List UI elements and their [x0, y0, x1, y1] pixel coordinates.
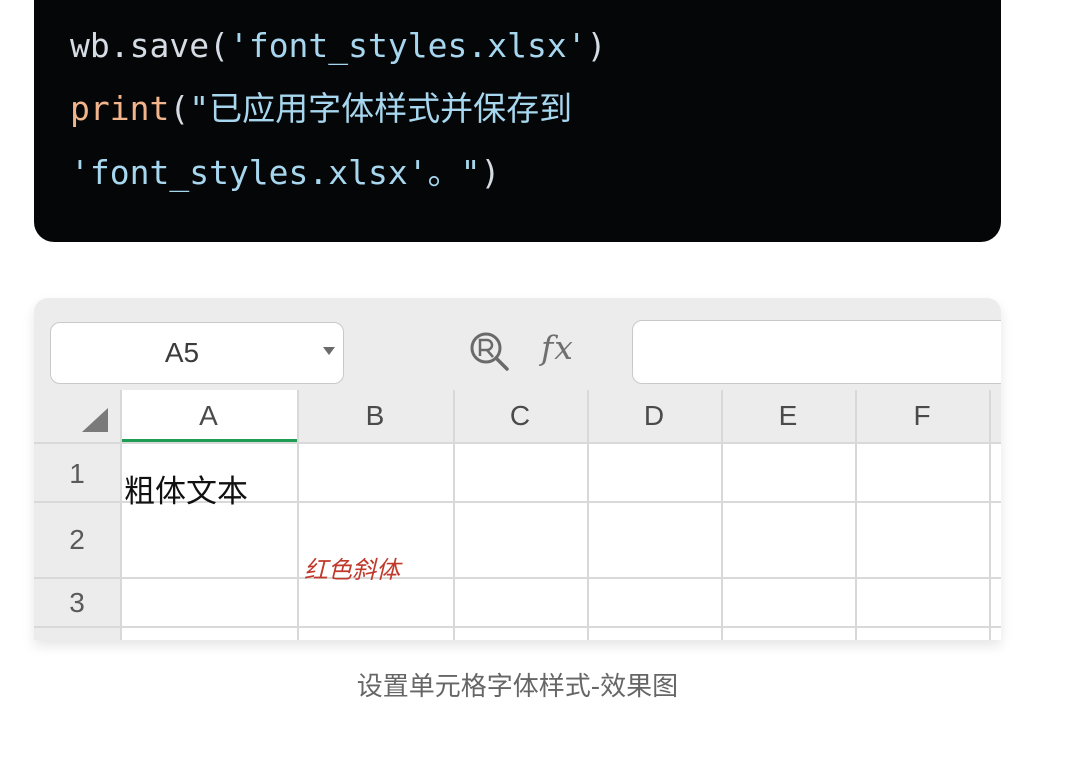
code-string: 'font_styles.xlsx': [228, 26, 587, 65]
fx-icon[interactable]: fx: [541, 328, 574, 367]
grid-line: [453, 390, 455, 640]
code-line-3: 'font_styles.xlsx'。"): [70, 153, 500, 193]
grid-line: [989, 390, 991, 640]
name-box-value: A5: [164, 337, 200, 368]
grid-line: [120, 390, 122, 640]
cell-grid: [120, 442, 1001, 640]
code-line-1: wb.save('font_styles.xlsx'): [70, 26, 606, 66]
column-header-d[interactable]: D: [587, 390, 721, 442]
column-header-c[interactable]: C: [453, 390, 587, 442]
code-token: (: [169, 89, 190, 128]
code-string: "已应用字体样式并保存到: [189, 89, 573, 128]
code-line-2: print("已应用字体样式并保存到: [70, 89, 572, 129]
spreadsheet-screenshot: A5 fx A B C D E F 1 2 3 粗体文本 红色斜体: [34, 298, 1001, 640]
code-block: wb.save('font_styles.xlsx') print("已应用字体…: [34, 0, 1001, 242]
row-header-3[interactable]: 3: [34, 587, 120, 619]
grid-line: [721, 390, 723, 640]
column-header-e[interactable]: E: [721, 390, 855, 442]
code-token: wb.save(: [70, 26, 229, 65]
figure-caption: 设置单元格字体样式-效果图: [356, 672, 679, 702]
column-header-b[interactable]: B: [297, 390, 453, 442]
cell-b2[interactable]: 红色斜体: [304, 550, 400, 585]
code-string: 'font_styles.xlsx'。": [70, 153, 481, 192]
code-function: print: [70, 89, 170, 128]
name-box[interactable]: A5: [50, 322, 344, 384]
column-header-f[interactable]: F: [855, 390, 989, 442]
row-header-2[interactable]: 2: [34, 524, 120, 556]
formula-bar-input[interactable]: [632, 320, 1001, 384]
grid-line: [34, 442, 1001, 444]
chevron-down-icon[interactable]: [323, 347, 335, 355]
row-header-1[interactable]: 1: [34, 458, 120, 490]
grid-line: [297, 390, 299, 640]
code-token: ): [586, 26, 607, 65]
select-all-triangle-icon[interactable]: [82, 408, 108, 432]
column-header-a[interactable]: A: [120, 390, 297, 442]
grid-line: [34, 577, 1001, 579]
code-token: ): [480, 153, 501, 192]
grid-line: [855, 390, 857, 640]
grid-line: [34, 626, 1001, 628]
cell-a1[interactable]: 粗体文本: [124, 466, 248, 511]
zoom-magnifier-icon[interactable]: [468, 330, 510, 372]
grid-line: [587, 390, 589, 640]
